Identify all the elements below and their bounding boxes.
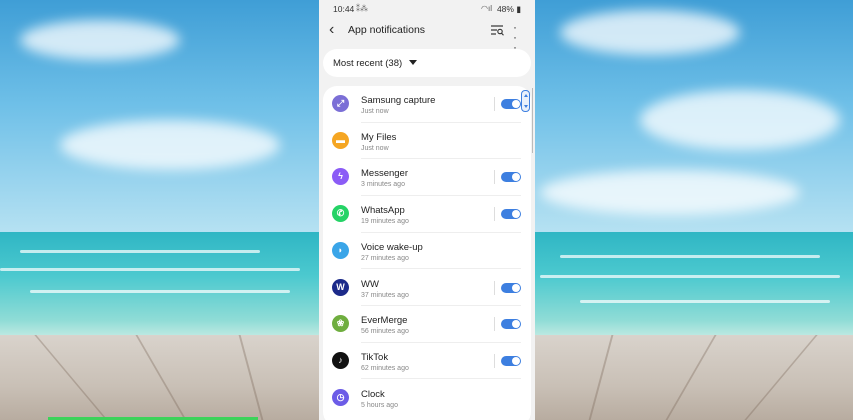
divider [494, 317, 495, 332]
app-last-notified: 62 minutes ago [361, 364, 409, 372]
app-name: Voice wake-up [361, 241, 423, 253]
wave [20, 250, 260, 253]
app-name: TikTok [361, 351, 389, 363]
sync-icon: ⁑⁂ [356, 4, 368, 13]
notification-toggle[interactable] [501, 355, 521, 366]
folder-icon: ▬ [332, 131, 349, 149]
cloud [20, 20, 180, 60]
samsung-capture-icon: ⤢ [332, 95, 349, 112]
app-name: WW [361, 278, 379, 290]
messenger-icon: ϟ [332, 168, 349, 186]
search-list-icon[interactable] [491, 24, 504, 36]
app-name: EverMerge [361, 315, 408, 327]
list-item[interactable]: ◗ Voice wake-up 27 minutes ago [323, 233, 531, 270]
cloud [60, 120, 280, 170]
cloud [560, 10, 740, 55]
app-last-notified: 5 hours ago [361, 401, 398, 409]
notification-toggle[interactable] [501, 282, 521, 293]
scroll-track [532, 88, 533, 153]
battery-icon: ▮ [513, 4, 521, 14]
notification-toggle[interactable] [501, 172, 521, 183]
page-title: App notifications [348, 24, 426, 36]
whatsapp-icon: ✆ [332, 205, 349, 223]
app-name: My Files [361, 131, 397, 143]
ww-icon: W [332, 278, 349, 296]
cloud [540, 170, 800, 215]
app-last-notified: 56 minutes ago [361, 328, 409, 336]
status-bar: 10:44 ⁑⁂ ◠ıl 48% ▮ [319, 0, 535, 18]
divider [494, 207, 495, 222]
app-last-notified: Just now [361, 144, 389, 152]
list-item[interactable]: ❀ EverMerge 56 minutes ago [323, 306, 531, 343]
chevron-down-icon [409, 60, 417, 65]
wave [580, 300, 830, 303]
back-arrow-icon[interactable]: ‹ [329, 21, 334, 39]
scroll-handle[interactable] [521, 90, 530, 112]
app-name: WhatsApp [361, 205, 405, 217]
list-item[interactable]: ▬ My Files Just now [323, 123, 531, 160]
wave [560, 255, 820, 258]
more-options-icon[interactable]: · · · [513, 21, 517, 53]
app-last-notified: 3 minutes ago [361, 181, 405, 189]
app-last-notified: 19 minutes ago [361, 218, 409, 226]
app-last-notified: 27 minutes ago [361, 254, 409, 262]
list-item[interactable]: ϟ Messenger 3 minutes ago [323, 159, 531, 196]
divider [494, 353, 495, 368]
sort-dropdown[interactable]: Most recent (38) [323, 49, 531, 77]
app-bar: ‹ App notifications · · · [319, 18, 535, 53]
wave [0, 268, 300, 271]
tiktok-icon: ♪ [332, 351, 349, 369]
notification-toggle[interactable] [501, 209, 521, 220]
notification-toggle[interactable] [501, 319, 521, 330]
wave [540, 275, 840, 278]
voice-wakeup-icon: ◗ [332, 241, 349, 259]
status-time: 10:44 [333, 4, 355, 14]
wave [30, 290, 290, 293]
app-last-notified: Just now [361, 108, 389, 115]
list-item[interactable]: ⤢ Samsung capture Just now [323, 86, 531, 123]
divider [494, 97, 495, 111]
app-last-notified: 37 minutes ago [361, 291, 409, 299]
evermerge-icon: ❀ [332, 315, 349, 333]
list-item[interactable]: ♪ TikTok 62 minutes ago [323, 343, 531, 380]
list-item[interactable]: ◷ Clock 5 hours ago [323, 380, 531, 417]
divider [494, 280, 495, 295]
phone-screen: 10:44 ⁑⁂ ◠ıl 48% ▮ ‹ App notifications ·… [319, 0, 535, 420]
app-name: Samsung capture [361, 95, 436, 106]
battery-level: 48% ▮ [497, 4, 521, 15]
app-name: Clock [361, 388, 385, 400]
battery-percent: 48% [496, 4, 514, 14]
app-notification-list: ⤢ Samsung capture Just now ▬ My Files Just no… [323, 86, 531, 420]
app-name: Messenger [361, 168, 408, 180]
clock-icon: ◷ [332, 388, 349, 406]
notification-toggle[interactable] [501, 99, 521, 109]
divider [494, 170, 495, 185]
cloud [640, 90, 840, 150]
list-item[interactable]: ✆ WhatsApp 19 minutes ago [323, 196, 531, 233]
sort-label: Most recent (38) [333, 58, 403, 69]
list-item[interactable]: W WW 37 minutes ago [323, 270, 531, 306]
wifi-signal-icon: ◠ıl [481, 4, 492, 13]
